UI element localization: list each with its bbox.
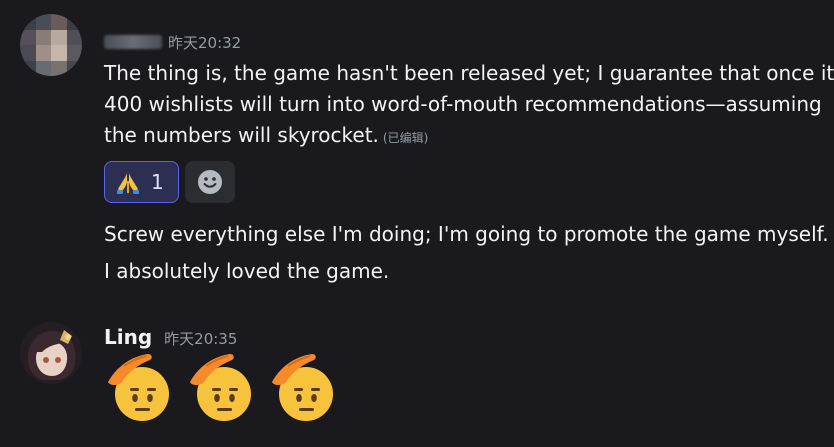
edited-label: (已编辑) bbox=[382, 131, 429, 145]
message-line-text: the numbers will skyrocket. bbox=[104, 123, 379, 147]
add-reaction-button[interactable] bbox=[185, 161, 235, 203]
message-timestamp: 昨天20:32 bbox=[168, 33, 242, 52]
message-line-last: the numbers will skyrocket. (已编辑) bbox=[104, 120, 428, 154]
reaction-count: 1 bbox=[151, 170, 164, 194]
folded-hands-icon bbox=[117, 173, 139, 194]
reactions-bar: 1 bbox=[104, 161, 235, 203]
add-reaction-icon bbox=[198, 170, 222, 194]
message-line: The thing is, the game hasn't been relea… bbox=[104, 61, 834, 85]
saluting-face-icon bbox=[190, 354, 251, 421]
message-text: I absolutely loved the game. bbox=[104, 259, 390, 283]
saluting-face-icon bbox=[108, 354, 169, 421]
saluting-face-icon bbox=[272, 354, 333, 421]
avatar[interactable] bbox=[20, 14, 82, 76]
redacted-username bbox=[104, 35, 162, 49]
message-header: 昨天20:32 bbox=[104, 30, 241, 54]
message-timestamp: 昨天20:35 bbox=[164, 330, 238, 348]
chat-view: 昨天20:32 The thing is, the game hasn't be… bbox=[0, 0, 834, 447]
reaction-pray[interactable]: 1 bbox=[104, 161, 179, 203]
message-header: Ling 昨天20:35 bbox=[104, 325, 237, 351]
message-line: 400 wishlists will turn into word-of-mou… bbox=[104, 92, 822, 116]
username[interactable]: Ling bbox=[104, 325, 152, 349]
emoji-message bbox=[104, 352, 336, 424]
message-text: Screw everything else I'm doing; I'm goi… bbox=[104, 222, 829, 246]
avatar[interactable] bbox=[20, 322, 82, 384]
ling-avatar-image bbox=[20, 322, 82, 384]
